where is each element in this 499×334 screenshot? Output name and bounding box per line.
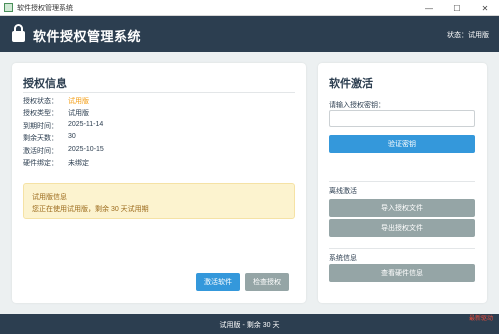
info-label: 剩余天数： bbox=[23, 135, 58, 142]
info-row-remaining: 剩余天数： 30 bbox=[23, 133, 76, 143]
info-row-type: 授权类型： 试用版 bbox=[23, 108, 89, 118]
trial-notice: 试用版信息 您正在使用试用版，剩余 30 天试用期 bbox=[23, 183, 295, 219]
trial-notice-text: 您正在使用试用版，剩余 30 天试用期 bbox=[32, 206, 149, 213]
lock-icon bbox=[12, 24, 25, 43]
info-value: 试用版 bbox=[68, 110, 89, 117]
window-titlebar: 软件授权管理系统 — ☐ ✕ bbox=[0, 0, 499, 16]
verify-key-button[interactable]: 验证密钥 bbox=[329, 135, 475, 153]
info-value: 未绑定 bbox=[68, 160, 89, 167]
license-info-card: 授权信息 授权状态： 试用版 授权类型： 试用版 到期时间： 2025-11-1… bbox=[12, 63, 306, 303]
info-value: 30 bbox=[68, 133, 76, 140]
license-info-title: 授权信息 bbox=[23, 78, 67, 90]
info-row-activated: 激活时间： 2025-10-15 bbox=[23, 146, 104, 156]
check-license-button[interactable]: 检查授权 bbox=[245, 273, 289, 291]
info-label: 授权状态： bbox=[23, 98, 58, 105]
system-info-label: 系统信息 bbox=[329, 255, 357, 262]
divider bbox=[329, 248, 475, 249]
export-license-button[interactable]: 导出授权文件 bbox=[329, 219, 475, 237]
info-value: 试用版 bbox=[68, 98, 89, 105]
app-icon bbox=[4, 3, 13, 12]
license-key-input[interactable] bbox=[329, 110, 475, 127]
license-key-label: 请输入授权密钥： bbox=[329, 102, 385, 109]
view-hardware-button[interactable]: 查看硬件信息 bbox=[329, 264, 475, 282]
info-label: 授权类型： bbox=[23, 110, 58, 117]
app-header: 软件授权管理系统 状态：试用版 bbox=[0, 16, 499, 52]
info-label: 硬件绑定： bbox=[23, 160, 58, 167]
maximize-icon[interactable]: ☐ bbox=[443, 0, 471, 16]
info-label: 激活时间： bbox=[23, 148, 58, 155]
status-text: 试用版 - 剩余 30 天 bbox=[219, 322, 280, 329]
info-value: 2025-11-14 bbox=[68, 121, 104, 128]
header-status: 状态：试用版 bbox=[447, 32, 489, 39]
close-icon[interactable]: ✕ bbox=[471, 0, 499, 16]
activation-title: 软件激活 bbox=[329, 78, 373, 90]
info-row-status: 授权状态： 试用版 bbox=[23, 96, 89, 106]
import-license-button[interactable]: 导入授权文件 bbox=[329, 199, 475, 217]
info-value: 2025-10-15 bbox=[68, 146, 104, 153]
activate-button[interactable]: 激活软件 bbox=[196, 273, 240, 291]
offline-activation-label: 离线激活 bbox=[329, 188, 357, 195]
trial-notice-title: 试用版信息 bbox=[32, 194, 67, 201]
activation-card: 软件激活 请输入授权密钥： 验证密钥 离线激活 导入授权文件 导出授权文件 系统… bbox=[318, 63, 487, 303]
watermark: 最新驱动 bbox=[468, 316, 493, 322]
minimize-icon[interactable]: — bbox=[415, 0, 443, 16]
app-title: 软件授权管理系统 bbox=[33, 29, 142, 44]
divider bbox=[23, 92, 295, 93]
info-row-hardware: 硬件绑定： 未绑定 bbox=[23, 158, 89, 168]
status-bar: 试用版 - 剩余 30 天 最新驱动 bbox=[0, 314, 499, 334]
window-title: 软件授权管理系统 bbox=[17, 4, 73, 12]
divider bbox=[329, 181, 475, 182]
info-label: 到期时间： bbox=[23, 123, 58, 130]
info-row-expiry: 到期时间： 2025-11-14 bbox=[23, 121, 103, 131]
window-controls: — ☐ ✕ bbox=[415, 0, 499, 16]
